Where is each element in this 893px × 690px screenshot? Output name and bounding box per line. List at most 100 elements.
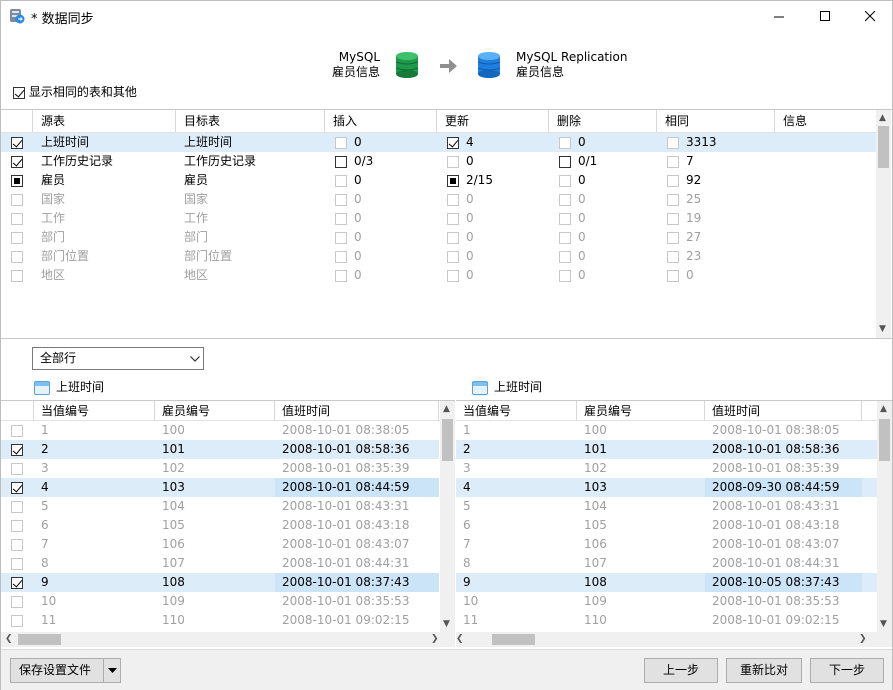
- row-select-checkbox[interactable]: [11, 269, 23, 282]
- grid-column-header[interactable]: 值班时间: [705, 401, 862, 421]
- row-select-cell[interactable]: [5, 459, 23, 478]
- insert-checkbox[interactable]: [335, 212, 347, 225]
- delete-cb-cell[interactable]: [559, 152, 571, 171]
- row-select-cell[interactable]: [5, 516, 23, 535]
- grid-row[interactable]: 10 109 2008-10-01 08:35:53: [456, 592, 877, 611]
- show-same-checkbox[interactable]: [13, 86, 25, 99]
- row-select-cell[interactable]: [11, 190, 23, 209]
- update-cb-cell[interactable]: [447, 171, 459, 190]
- grid-row[interactable]: 5 104 2008-10-01 08:43:31: [456, 497, 877, 516]
- grid-row[interactable]: 11 110 2008-10-01 09:02:15: [1, 611, 439, 630]
- grid-row[interactable]: 9 108 2008-10-01 08:37:43: [1, 573, 439, 592]
- insert-checkbox[interactable]: [335, 136, 347, 149]
- delete-cb-cell[interactable]: [559, 171, 571, 190]
- row-select-checkbox[interactable]: [11, 155, 23, 168]
- delete-checkbox[interactable]: [559, 212, 571, 225]
- table-row[interactable]: 上班时间 上班时间 0 4 0 3313: [1, 133, 877, 152]
- horizontal-scroll-thumb[interactable]: [18, 634, 61, 645]
- grid-row[interactable]: 2 101 2008-10-01 08:58:36: [456, 440, 877, 459]
- row-select-checkbox[interactable]: [11, 481, 23, 494]
- left-horizontal-scrollbar[interactable]: ❮ ❯: [1, 632, 455, 647]
- update-checkbox[interactable]: [447, 212, 459, 225]
- update-cb-cell[interactable]: [447, 190, 459, 209]
- row-select-cell[interactable]: [5, 497, 23, 516]
- update-checkbox[interactable]: [447, 155, 459, 168]
- same-checkbox[interactable]: [667, 269, 679, 282]
- grid-row[interactable]: 7 106 2008-10-01 08:43:07: [456, 535, 877, 554]
- delete-checkbox[interactable]: [559, 155, 571, 168]
- scroll-thumb[interactable]: [879, 419, 890, 461]
- row-select-checkbox[interactable]: [11, 595, 23, 608]
- update-checkbox[interactable]: [447, 174, 459, 187]
- row-select-cell[interactable]: [11, 247, 23, 266]
- grid-row[interactable]: 8 107 2008-10-01 08:44:31: [456, 554, 877, 573]
- update-cb-cell[interactable]: [447, 266, 459, 285]
- scroll-left-icon[interactable]: ❮: [456, 634, 464, 644]
- grid-row[interactable]: 5 104 2008-10-01 08:43:31: [1, 497, 439, 516]
- update-cb-cell[interactable]: [447, 228, 459, 247]
- recompare-button[interactable]: 重新比对: [726, 658, 802, 683]
- column-header[interactable]: 删除: [549, 110, 657, 132]
- grid-row[interactable]: 4 103 2008-09-30 08:44:59: [456, 478, 877, 497]
- same-checkbox[interactable]: [667, 174, 679, 187]
- grid-row[interactable]: 9 108 2008-10-05 08:37:43: [456, 573, 877, 592]
- close-button[interactable]: [847, 1, 893, 31]
- maximize-button[interactable]: [802, 1, 848, 31]
- scroll-up-icon[interactable]: ▲: [880, 404, 887, 414]
- delete-checkbox[interactable]: [559, 231, 571, 244]
- table-row[interactable]: 工作历史记录 工作历史记录 0/3 0 0/1 7: [1, 152, 877, 171]
- row-select-cell[interactable]: [5, 421, 23, 440]
- row-select-cell[interactable]: [5, 554, 23, 573]
- grid-row[interactable]: 10 109 2008-10-01 08:35:53: [1, 592, 439, 611]
- update-cb-cell[interactable]: [447, 133, 459, 152]
- row-select-checkbox[interactable]: [11, 576, 23, 589]
- row-select-cell[interactable]: [11, 209, 23, 228]
- update-cb-cell[interactable]: [447, 152, 459, 171]
- grid-row[interactable]: 11 110 2008-10-01 09:02:15: [456, 611, 877, 630]
- table-row[interactable]: 地区 地区 0 0 0 0: [1, 266, 877, 285]
- grid-row[interactable]: 3 102 2008-10-01 08:35:39: [1, 459, 439, 478]
- delete-cb-cell[interactable]: [559, 247, 571, 266]
- show-same-toggle[interactable]: 显示相同的表和其他: [13, 85, 137, 100]
- delete-cb-cell[interactable]: [559, 209, 571, 228]
- row-select-cell[interactable]: [11, 152, 23, 171]
- scroll-down-icon[interactable]: ▼: [879, 324, 886, 334]
- dropdown-arrow-icon[interactable]: [108, 668, 117, 674]
- column-header[interactable]: 源表: [33, 110, 176, 132]
- row-select-cell[interactable]: [5, 440, 23, 459]
- grid-row[interactable]: 3 102 2008-10-01 08:35:39: [456, 459, 877, 478]
- previous-button[interactable]: 上一步: [644, 658, 718, 683]
- minimize-button[interactable]: [756, 1, 802, 31]
- insert-cb-cell[interactable]: [335, 133, 347, 152]
- table-row[interactable]: 部门 部门 0 0 0 27: [1, 228, 877, 247]
- row-select-cell[interactable]: [5, 535, 23, 554]
- scroll-right-icon[interactable]: ❯: [431, 634, 439, 644]
- grid-row[interactable]: 8 107 2008-10-01 08:44:31: [1, 554, 439, 573]
- grid-vertical-scrollbar[interactable]: ▲ ▼: [877, 401, 892, 632]
- same-checkbox[interactable]: [667, 231, 679, 244]
- row-select-cell[interactable]: [11, 266, 23, 285]
- grid-column-header[interactable]: 值班时间: [275, 401, 439, 421]
- same-checkbox[interactable]: [667, 250, 679, 263]
- row-select-checkbox[interactable]: [11, 538, 23, 551]
- scroll-right-icon[interactable]: ❯: [859, 634, 867, 644]
- delete-checkbox[interactable]: [559, 269, 571, 282]
- delete-cb-cell[interactable]: [559, 228, 571, 247]
- scroll-thumb[interactable]: [878, 126, 889, 168]
- scroll-up-icon[interactable]: ▲: [879, 113, 886, 123]
- column-header[interactable]: 插入: [325, 110, 437, 132]
- next-button[interactable]: 下一步: [810, 658, 884, 683]
- row-select-checkbox[interactable]: [11, 500, 23, 513]
- row-select-checkbox[interactable]: [11, 557, 23, 570]
- insert-checkbox[interactable]: [335, 174, 347, 187]
- grid-vertical-scrollbar[interactable]: ▲ ▼: [440, 401, 455, 632]
- row-select-checkbox[interactable]: [11, 519, 23, 532]
- row-select-checkbox[interactable]: [11, 193, 23, 206]
- insert-checkbox[interactable]: [335, 155, 347, 168]
- row-select-checkbox[interactable]: [11, 174, 23, 187]
- row-select-checkbox[interactable]: [11, 614, 23, 627]
- insert-cb-cell[interactable]: [335, 228, 347, 247]
- scroll-down-icon[interactable]: ▼: [880, 619, 887, 629]
- update-cb-cell[interactable]: [447, 247, 459, 266]
- row-select-cell[interactable]: [11, 171, 23, 190]
